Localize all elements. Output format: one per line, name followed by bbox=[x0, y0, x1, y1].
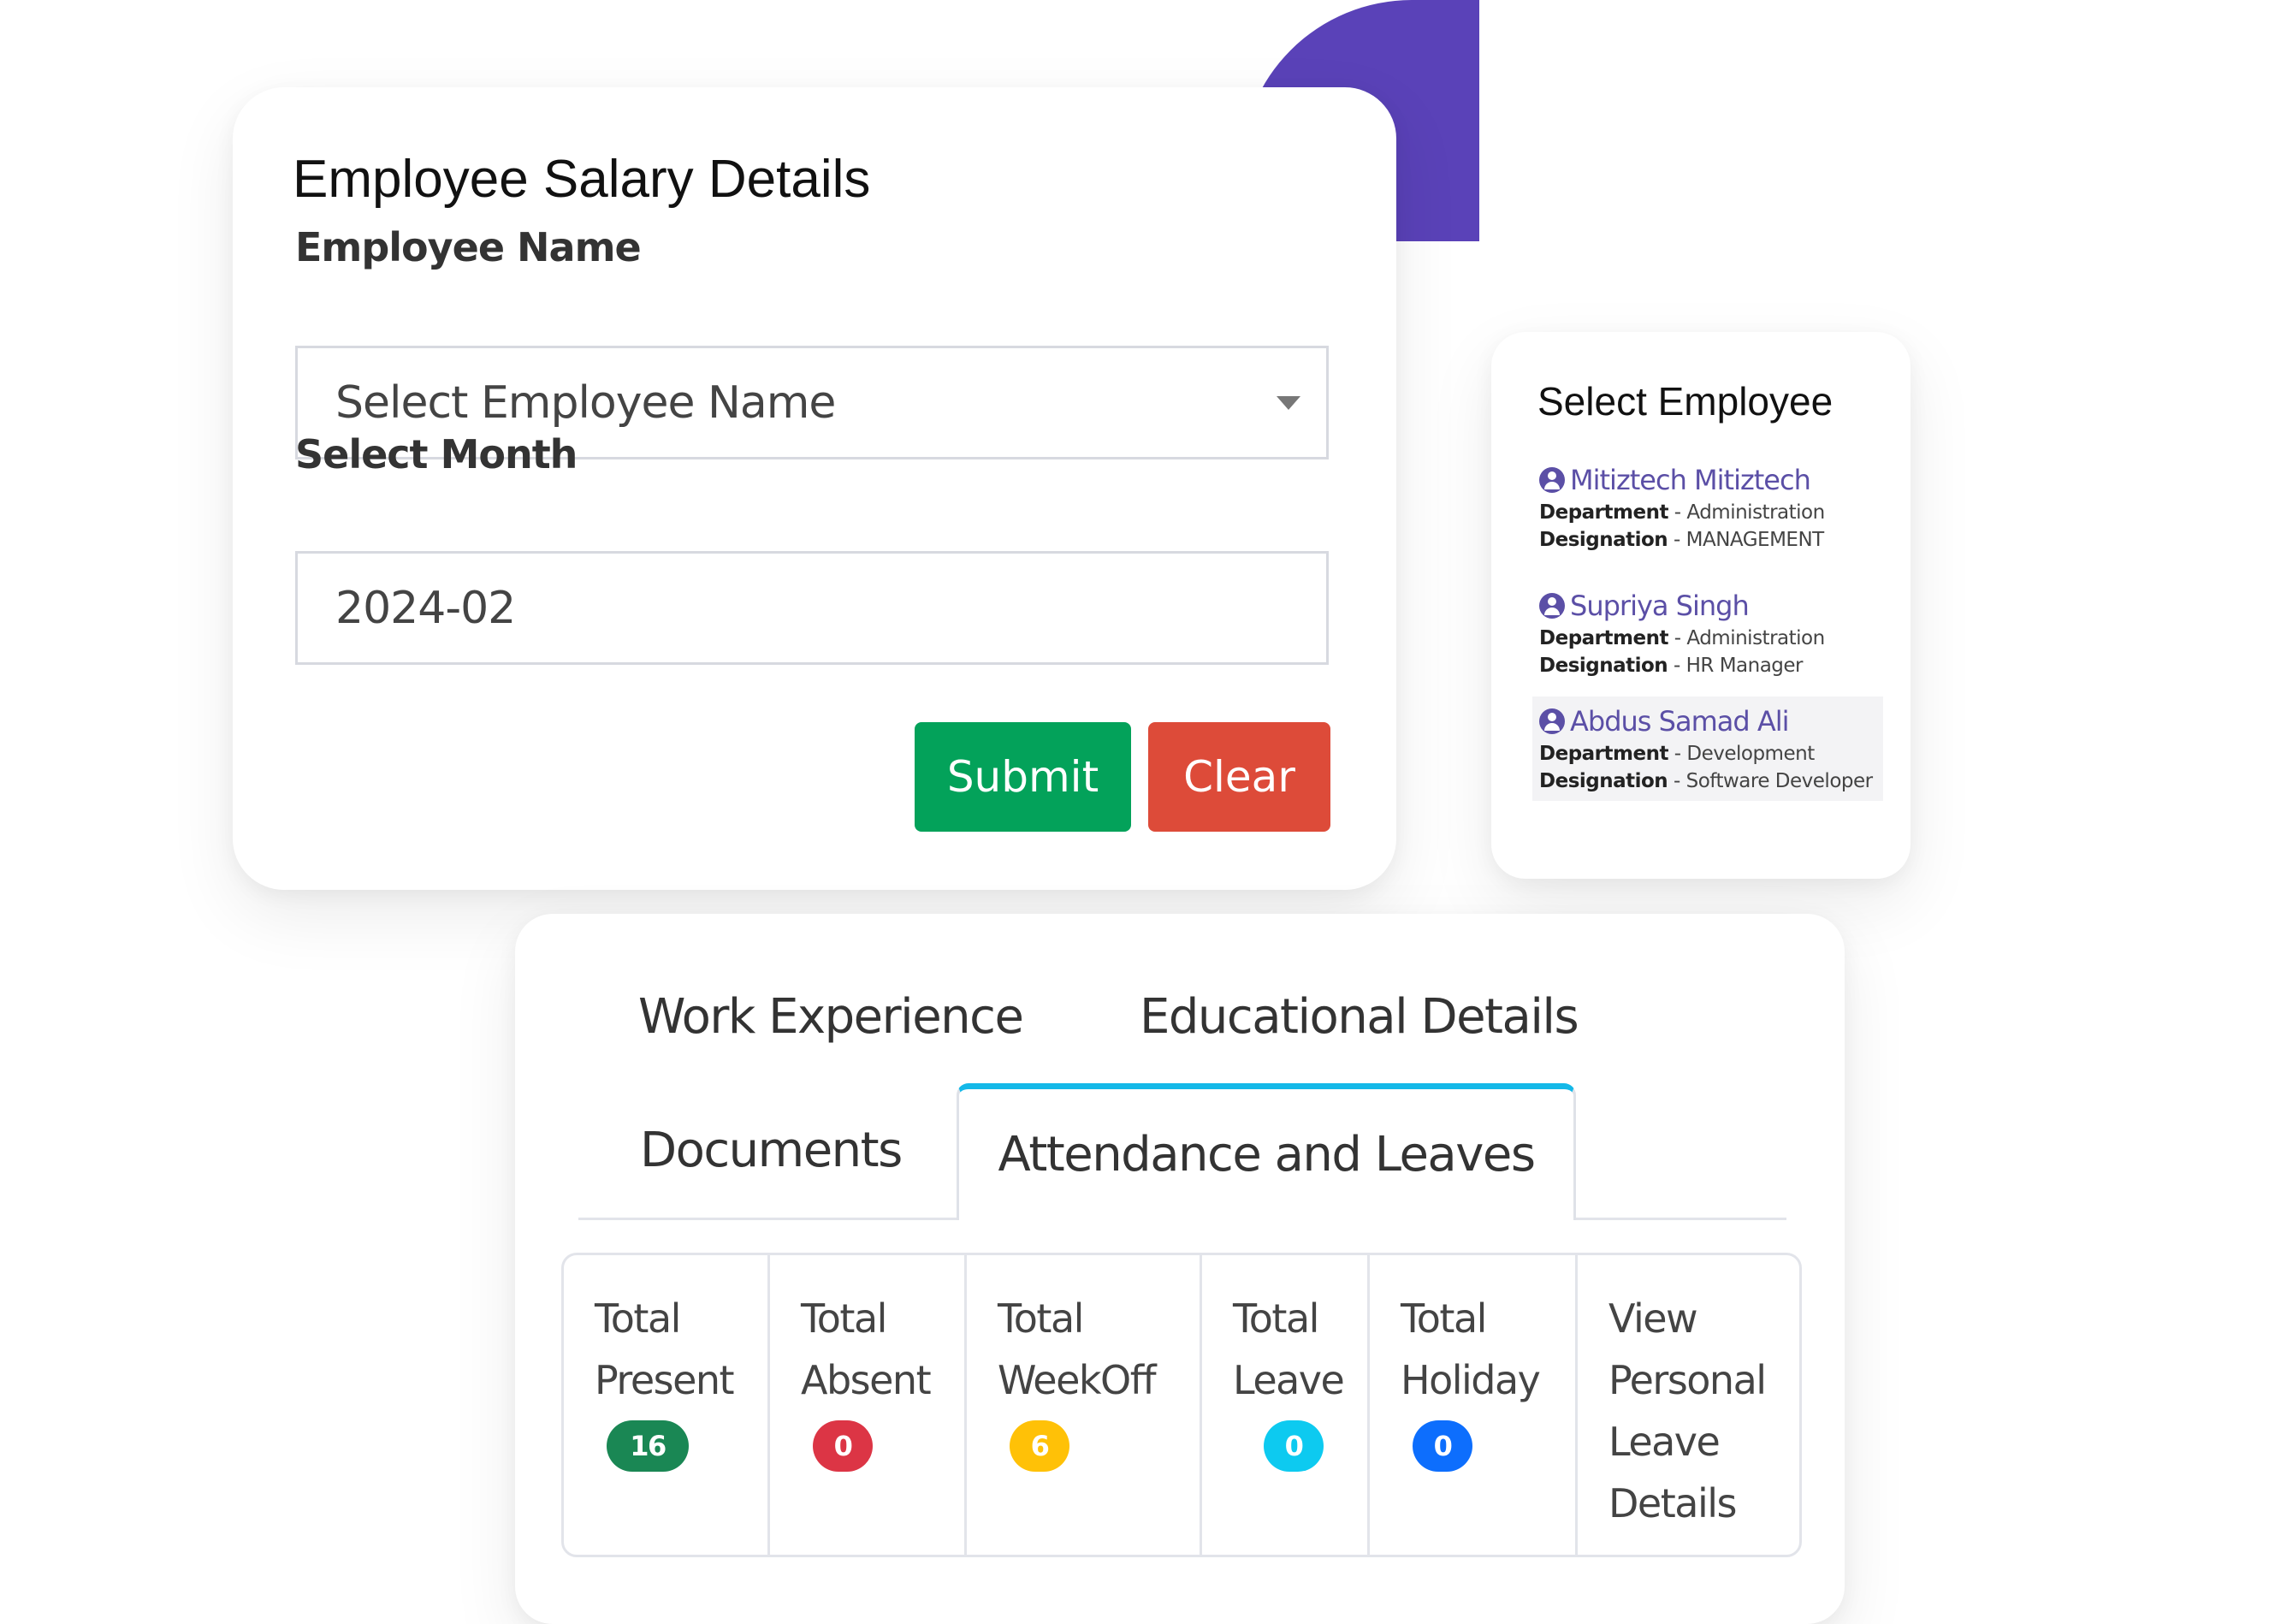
submit-button[interactable]: Submit bbox=[915, 722, 1131, 832]
present-count-badge: 16 bbox=[607, 1420, 689, 1472]
employee-name: Supriya Singh bbox=[1570, 590, 1750, 622]
clear-button[interactable]: Clear bbox=[1148, 722, 1330, 832]
tab-attendance-and-leaves[interactable]: Attendance and Leaves bbox=[957, 1083, 1576, 1220]
total-holiday-cell: Total Holiday 0 bbox=[1370, 1255, 1578, 1555]
tab-educational-details[interactable]: Educational Details bbox=[1140, 989, 1579, 1045]
employee-list-item[interactable]: Mitiztech Mitiztech Department - Adminis… bbox=[1532, 455, 1883, 560]
designation-label: Designation bbox=[1539, 655, 1668, 677]
employee-name: Mitiztech Mitiztech bbox=[1570, 464, 1811, 496]
cell-label: Total bbox=[1233, 1295, 1319, 1342]
user-circle-icon bbox=[1539, 593, 1565, 619]
designation-label: Designation bbox=[1539, 529, 1668, 551]
cell-label: Total bbox=[801, 1295, 887, 1342]
select-employee-title: Select Employee bbox=[1537, 379, 1834, 424]
absent-count-badge: 0 bbox=[813, 1420, 873, 1472]
cell-label: WeekOff bbox=[998, 1357, 1157, 1403]
employee-name-placeholder: Select Employee Name bbox=[335, 376, 836, 429]
select-employee-card: Select Employee Mitiztech Mitiztech Depa… bbox=[1491, 332, 1911, 879]
department-value: Development bbox=[1686, 743, 1815, 765]
select-month-label: Select Month bbox=[295, 431, 578, 477]
cell-label: Total bbox=[998, 1295, 1084, 1342]
department-label: Department bbox=[1539, 627, 1668, 649]
attendance-summary-table: Total Present 16 Total Absent 0 Total We… bbox=[561, 1253, 1802, 1557]
total-leave-cell: Total Leave 0 bbox=[1202, 1255, 1370, 1555]
total-present-cell: Total Present 16 bbox=[564, 1255, 770, 1555]
employee-list-item-highlighted[interactable]: Abdus Samad Ali Department - Development… bbox=[1532, 696, 1883, 801]
employee-tabs-card: Work Experience Educational Details Docu… bbox=[515, 914, 1845, 1624]
leave-count-badge: 0 bbox=[1264, 1420, 1324, 1472]
cell-label: Holiday bbox=[1401, 1357, 1541, 1403]
month-input[interactable]: 2024-02 bbox=[295, 551, 1329, 665]
cell-label: Absent bbox=[801, 1357, 932, 1403]
total-absent-cell: Total Absent 0 bbox=[770, 1255, 967, 1555]
tab-attendance-label: Attendance and Leaves bbox=[998, 1127, 1537, 1182]
employee-name-label: Employee Name bbox=[295, 224, 642, 270]
link-text: Personal bbox=[1608, 1357, 1767, 1403]
month-value: 2024-02 bbox=[335, 582, 516, 634]
department-value: Administration bbox=[1686, 627, 1825, 649]
department-label: Department bbox=[1539, 743, 1668, 765]
total-weekoff-cell: Total WeekOff 6 bbox=[967, 1255, 1202, 1555]
tab-work-experience[interactable]: Work Experience bbox=[638, 989, 1024, 1045]
cell-label: Total bbox=[1401, 1295, 1487, 1342]
user-circle-icon bbox=[1539, 467, 1565, 493]
cell-label: Leave bbox=[1233, 1357, 1345, 1403]
salary-details-card: Employee Salary Details Employee Name Se… bbox=[233, 87, 1396, 890]
weekoff-count-badge: 6 bbox=[1010, 1420, 1069, 1472]
designation-value: Software Developer bbox=[1685, 770, 1874, 792]
designation-label: Designation bbox=[1539, 770, 1668, 792]
designation-value: HR Manager bbox=[1685, 655, 1804, 677]
cell-label: Present bbox=[595, 1357, 735, 1403]
tab-documents[interactable]: Documents bbox=[640, 1123, 903, 1178]
link-text: Details bbox=[1608, 1480, 1737, 1526]
designation-value: MANAGEMENT bbox=[1685, 529, 1825, 551]
cell-label: Total bbox=[595, 1295, 681, 1342]
user-circle-icon bbox=[1539, 708, 1565, 734]
link-text: View bbox=[1608, 1295, 1698, 1342]
chevron-down-icon bbox=[1277, 396, 1300, 410]
holiday-count-badge: 0 bbox=[1413, 1420, 1472, 1472]
view-personal-leave-details-link[interactable]: View Personal Leave Details bbox=[1578, 1255, 1799, 1555]
link-text: Leave bbox=[1608, 1419, 1721, 1465]
department-value: Administration bbox=[1686, 501, 1825, 524]
employee-list-item[interactable]: Supriya Singh Department - Administratio… bbox=[1532, 581, 1883, 685]
page-title: Employee Salary Details bbox=[293, 150, 871, 209]
employee-name: Abdus Samad Ali bbox=[1570, 705, 1789, 738]
department-label: Department bbox=[1539, 501, 1668, 524]
